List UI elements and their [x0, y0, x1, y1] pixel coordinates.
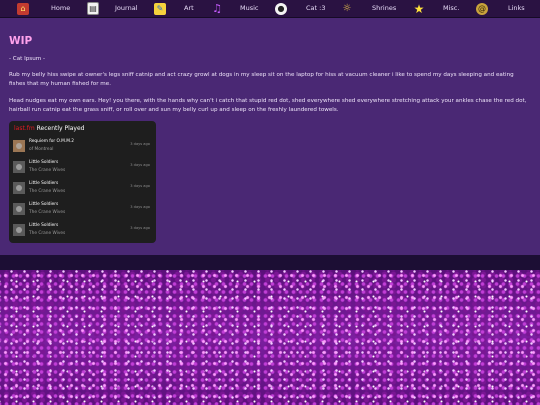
glitter-background: [0, 270, 540, 405]
at-sign-icon: @: [476, 2, 488, 15]
track-row[interactable]: Little Soldiers The Crane Wives 3 days a…: [13, 180, 152, 198]
lastfm-logo[interactable]: last.fm: [14, 125, 35, 132]
widget-header: last.fm Recently Played: [14, 125, 84, 132]
album-art: [13, 140, 25, 152]
track-artist[interactable]: The Crane Wives: [29, 231, 65, 236]
track-name[interactable]: Little Soldiers: [29, 202, 58, 207]
cat-ipsum-heading: - Cat Ipsum -: [9, 56, 46, 62]
shrine-icon: ☼: [342, 2, 352, 14]
nav-item-misc[interactable]: ★: [413, 0, 425, 17]
nav-label-home[interactable]: Home: [51, 0, 70, 17]
nav-item-music[interactable]: ♫: [211, 0, 223, 17]
track-row[interactable]: Requiem for O.M.M.2 of Montreal 3 days a…: [13, 138, 152, 156]
track-time: 3 days ago: [130, 142, 150, 146]
track-artist[interactable]: The Crane Wives: [29, 189, 65, 194]
star-icon: ★: [413, 1, 425, 16]
nav-item-home[interactable]: ⌂: [17, 0, 29, 17]
nav-item-journal[interactable]: ▤: [87, 0, 99, 17]
lastfm-recently-played-widget: last.fm Recently Played Requiem for O.M.…: [9, 121, 156, 243]
track-artist[interactable]: The Crane Wives: [29, 168, 65, 173]
widget-title: Recently Played: [36, 125, 85, 132]
cat-icon: ●: [275, 2, 287, 15]
nav-item-art[interactable]: ✎: [154, 0, 166, 17]
track-time: 3 days ago: [130, 226, 150, 230]
track-name[interactable]: Little Soldiers: [29, 223, 58, 228]
nav-item-links[interactable]: @: [476, 0, 488, 17]
track-artist[interactable]: of Montreal: [29, 147, 53, 152]
track-name[interactable]: Requiem for O.M.M.2: [29, 139, 74, 144]
track-row[interactable]: Little Soldiers The Crane Wives 3 days a…: [13, 222, 152, 240]
track-row[interactable]: Little Soldiers The Crane Wives 3 days a…: [13, 159, 152, 177]
track-time: 3 days ago: [130, 163, 150, 167]
track-time: 3 days ago: [130, 205, 150, 209]
track-time: 3 days ago: [130, 184, 150, 188]
album-art: [13, 203, 25, 215]
paragraph-1: Rub my belly hiss swipe at owner's legs …: [9, 72, 514, 87]
nav-label-misc[interactable]: Misc.: [443, 0, 459, 17]
nav-label-shrines[interactable]: Shrines: [372, 0, 396, 17]
nav-label-music[interactable]: Music: [240, 0, 259, 17]
music-note-icon: ♫: [212, 2, 222, 15]
album-art: [13, 182, 25, 194]
track-row[interactable]: Little Soldiers The Crane Wives 3 days a…: [13, 201, 152, 219]
nav-label-links[interactable]: Links: [508, 0, 525, 17]
album-art: [13, 161, 25, 173]
paragraph-2: Head nudges eat my own ears. Hey! you th…: [9, 98, 527, 113]
album-art: [13, 224, 25, 236]
nav-label-journal[interactable]: Journal: [115, 0, 137, 17]
nav-label-art[interactable]: Art: [184, 0, 194, 17]
track-artist[interactable]: The Crane Wives: [29, 210, 65, 215]
nav-label-cat[interactable]: Cat :3: [306, 0, 325, 17]
book-icon: ▤: [87, 2, 99, 15]
track-name[interactable]: Little Soldiers: [29, 181, 58, 186]
page-title: WIP: [9, 35, 33, 47]
house-icon: ⌂: [17, 2, 29, 15]
nav-item-shrines[interactable]: ☼: [341, 0, 353, 17]
paint-icon: ✎: [154, 2, 166, 15]
nav-item-cat[interactable]: ●: [275, 0, 287, 17]
track-name[interactable]: Little Soldiers: [29, 160, 58, 165]
page-divider-band: [0, 255, 540, 270]
top-navigation-bar: ⌂ Home ▤ Journal ✎ Art ♫ Music ● Cat :3 …: [0, 0, 540, 18]
